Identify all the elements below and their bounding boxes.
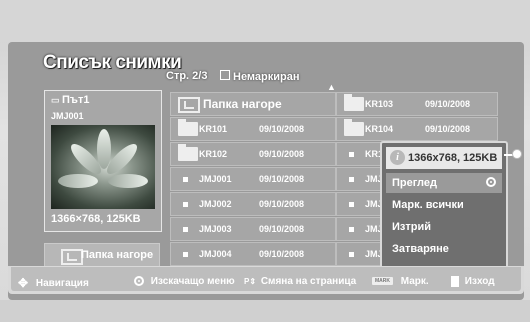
file-bullet-icon	[349, 202, 354, 207]
menu-item-mark-all[interactable]: Марк. всички	[386, 195, 502, 215]
unmarked-filter[interactable]: Немаркиран	[220, 70, 300, 83]
file-bullet-icon	[183, 202, 188, 207]
top-bar	[0, 0, 530, 42]
folder-up-icon	[178, 97, 200, 113]
folder-up-button[interactable]: Папка нагоре	[44, 243, 160, 267]
preview-filename: JMJ001	[51, 111, 84, 121]
list-item-folder-up[interactable]: Папка нагоре	[170, 92, 336, 116]
hint-popup-menu: Изскачащо меню	[134, 276, 235, 287]
list-item[interactable]: JMJ003 09/10/2008	[170, 217, 336, 241]
menu-item-view[interactable]: Преглед	[386, 173, 502, 193]
hint-navigation: ✥ Навигация	[18, 276, 89, 290]
file-bullet-icon	[183, 252, 188, 257]
folder-icon	[344, 119, 364, 136]
mark-button-icon: MARK	[372, 277, 393, 286]
list-item[interactable]: JMJ001 09/10/2008	[170, 167, 336, 191]
checkbox-icon[interactable]	[220, 70, 230, 80]
folder-icon	[178, 144, 198, 161]
list-item[interactable]: KR102 09/10/2008	[170, 142, 336, 166]
info-icon: i	[390, 150, 405, 165]
file-bullet-icon	[349, 177, 354, 182]
filter-label: Немаркиран	[233, 71, 300, 83]
hint-mark: MARK Марк.	[372, 276, 429, 287]
preview-thumbnail	[51, 125, 155, 209]
preview-panel: ▭ Път1 JMJ001 1366×768, 125KB	[44, 90, 162, 232]
page-title: Списък снимки	[43, 52, 182, 73]
list-item[interactable]: KR103 09/10/2008	[336, 92, 498, 116]
hint-exit: Изход	[451, 276, 495, 287]
ok-button-icon	[486, 177, 496, 187]
page-button-icon: P⇕	[244, 276, 257, 286]
list-item[interactable]: JMJ002 09/10/2008	[170, 192, 336, 216]
current-folder: ▭ Път1	[51, 94, 90, 106]
folder-icon: ▭	[51, 95, 63, 105]
popup-pointer-dot	[512, 149, 522, 159]
list-item[interactable]: KR101 09/10/2008	[170, 117, 336, 141]
exit-button-icon	[451, 276, 459, 287]
page-indicator: Стр. 2/3	[166, 70, 208, 82]
ok-button-icon	[134, 276, 144, 287]
file-bullet-icon	[183, 177, 188, 182]
popup-menu: i 1366x768, 125KB Преглед Марк. всички И…	[380, 141, 508, 272]
file-bullet-icon	[349, 252, 354, 257]
navigation-arrows-icon: ✥	[18, 276, 29, 290]
preview-resolution: 1366×768, 125KB	[51, 213, 141, 225]
menu-item-delete[interactable]: Изтрий	[386, 217, 502, 237]
popup-info: i 1366x768, 125KB	[386, 147, 502, 169]
file-bullet-icon	[349, 227, 354, 232]
list-item[interactable]: KR104 09/10/2008	[336, 117, 498, 141]
menu-item-close[interactable]: Затваряне	[386, 239, 502, 259]
folder-icon	[178, 119, 198, 136]
scroll-up-arrow-icon[interactable]: ▲	[327, 82, 336, 92]
hint-page-change: P⇕ Смяна на страница	[244, 276, 357, 287]
file-bullet-icon	[349, 152, 354, 157]
folder-icon	[344, 94, 364, 111]
folder-up-icon	[61, 249, 83, 265]
list-item[interactable]: JMJ004 09/10/2008	[170, 242, 336, 266]
bottom-strip	[0, 300, 530, 322]
file-bullet-icon	[183, 227, 188, 232]
